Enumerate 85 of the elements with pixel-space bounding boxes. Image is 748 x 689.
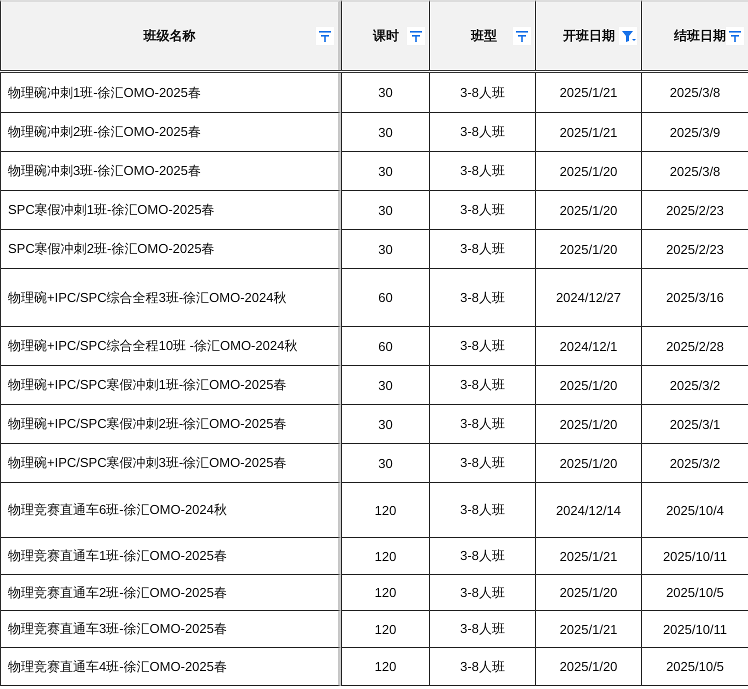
table-cell: 物理碗+IPC/SPC寒假冲刺2班-徐汇OMO-2025春 bbox=[0, 405, 341, 444]
table-cell: 物理竞赛直通车1班-徐汇OMO-2025春 bbox=[0, 538, 341, 575]
table-cell: 30 bbox=[341, 152, 429, 191]
table-cell: 120 bbox=[341, 575, 429, 611]
table-cell: 物理竞赛直通车3班-徐汇OMO-2025春 bbox=[0, 611, 341, 648]
table-cell: 2025/1/21 bbox=[535, 113, 641, 152]
table-cell: 2025/10/5 bbox=[641, 648, 748, 686]
table-cell: 物理碗冲刺1班-徐汇OMO-2025春 bbox=[0, 73, 341, 113]
table-cell: 3-8人班 bbox=[429, 538, 535, 575]
table-cell: 2025/10/11 bbox=[641, 538, 748, 575]
table-cell: 物理竞赛直通车2班-徐汇OMO-2025春 bbox=[0, 575, 341, 611]
table-cell: 2025/1/20 bbox=[535, 191, 641, 230]
filter-icon[interactable] bbox=[316, 27, 334, 45]
table-cell: 3-8人班 bbox=[429, 483, 535, 538]
table-cell: 30 bbox=[341, 230, 429, 269]
table-cell: 3-8人班 bbox=[429, 575, 535, 611]
table-cell: 2025/3/1 bbox=[641, 405, 748, 444]
table-cell: 2025/1/20 bbox=[535, 366, 641, 405]
table-cell: 物理竞赛直通车6班-徐汇OMO-2024秋 bbox=[0, 483, 341, 538]
table-cell: 2025/10/5 bbox=[641, 575, 748, 611]
table-cell: 30 bbox=[341, 73, 429, 113]
table-cell: 30 bbox=[341, 405, 429, 444]
table-cell: 30 bbox=[341, 113, 429, 152]
table-cell: 2024/12/1 bbox=[535, 327, 641, 366]
table-cell: 3-8人班 bbox=[429, 648, 535, 686]
table-cell: 2025/1/20 bbox=[535, 648, 641, 686]
table-cell: 2025/3/2 bbox=[641, 366, 748, 405]
table-cell: 2025/1/21 bbox=[535, 611, 641, 648]
table-cell: 30 bbox=[341, 366, 429, 405]
table-cell: 3-8人班 bbox=[429, 327, 535, 366]
table-cell: 2025/1/20 bbox=[535, 152, 641, 191]
table-cell: 2025/3/16 bbox=[641, 269, 748, 327]
table-cell: 2025/1/20 bbox=[535, 444, 641, 483]
filter-icon[interactable] bbox=[726, 27, 744, 45]
filter-icon[interactable] bbox=[407, 27, 425, 45]
table-cell: 2024/12/27 bbox=[535, 269, 641, 327]
table-cell: 120 bbox=[341, 648, 429, 686]
column-header[interactable]: 课时 bbox=[341, 0, 429, 70]
table-cell: 3-8人班 bbox=[429, 113, 535, 152]
table-cell: 3-8人班 bbox=[429, 152, 535, 191]
table-cell: 物理碗+IPC/SPC寒假冲刺3班-徐汇OMO-2025春 bbox=[0, 444, 341, 483]
table-cell: 物理碗+IPC/SPC综合全程10班 -徐汇OMO-2024秋 bbox=[0, 327, 341, 366]
table-cell: 2025/1/20 bbox=[535, 405, 641, 444]
column-header[interactable]: 结班日期 bbox=[641, 0, 748, 70]
table-cell: 2025/10/11 bbox=[641, 611, 748, 648]
table-cell: 3-8人班 bbox=[429, 611, 535, 648]
table-cell: SPC寒假冲刺1班-徐汇OMO-2025春 bbox=[0, 191, 341, 230]
table-cell: 3-8人班 bbox=[429, 366, 535, 405]
table-cell: 2025/1/21 bbox=[535, 73, 641, 113]
column-header[interactable]: 班级名称 bbox=[0, 0, 341, 70]
table-cell: 120 bbox=[341, 611, 429, 648]
column-header[interactable]: 开班日期 bbox=[535, 0, 641, 70]
table-cell: 物理碗冲刺2班-徐汇OMO-2025春 bbox=[0, 113, 341, 152]
table-cell: 3-8人班 bbox=[429, 269, 535, 327]
table-cell: 2025/3/8 bbox=[641, 152, 748, 191]
table-cell: 2025/3/2 bbox=[641, 444, 748, 483]
table-cell: 30 bbox=[341, 444, 429, 483]
table-cell: 2025/1/20 bbox=[535, 230, 641, 269]
table-cell: SPC寒假冲刺2班-徐汇OMO-2025春 bbox=[0, 230, 341, 269]
table-cell: 2025/2/23 bbox=[641, 191, 748, 230]
table-cell: 物理竞赛直通车4班-徐汇OMO-2025春 bbox=[0, 648, 341, 686]
table-cell: 3-8人班 bbox=[429, 230, 535, 269]
table-cell: 60 bbox=[341, 269, 429, 327]
table-cell: 60 bbox=[341, 327, 429, 366]
table-cell: 2025/3/8 bbox=[641, 73, 748, 113]
table-cell: 2025/3/9 bbox=[641, 113, 748, 152]
table-cell: 2025/10/4 bbox=[641, 483, 748, 538]
table-cell: 2025/2/23 bbox=[641, 230, 748, 269]
table-cell: 3-8人班 bbox=[429, 191, 535, 230]
table-cell: 物理碗+IPC/SPC寒假冲刺1班-徐汇OMO-2025春 bbox=[0, 366, 341, 405]
table-cell: 120 bbox=[341, 538, 429, 575]
table-cell: 3-8人班 bbox=[429, 73, 535, 113]
table-cell: 2025/1/21 bbox=[535, 538, 641, 575]
table-cell: 2025/1/20 bbox=[535, 575, 641, 611]
column-header[interactable]: 班型 bbox=[429, 0, 535, 70]
table-cell: 物理碗冲刺3班-徐汇OMO-2025春 bbox=[0, 152, 341, 191]
table-cell: 2025/2/28 bbox=[641, 327, 748, 366]
table-cell: 2024/12/14 bbox=[535, 483, 641, 538]
filter-icon[interactable] bbox=[619, 27, 637, 45]
table-cell: 3-8人班 bbox=[429, 405, 535, 444]
table-cell: 30 bbox=[341, 191, 429, 230]
table-cell: 120 bbox=[341, 483, 429, 538]
filter-icon[interactable] bbox=[513, 27, 531, 45]
table-cell: 物理碗+IPC/SPC综合全程3班-徐汇OMO-2024秋 bbox=[0, 269, 341, 327]
table-cell: 3-8人班 bbox=[429, 444, 535, 483]
